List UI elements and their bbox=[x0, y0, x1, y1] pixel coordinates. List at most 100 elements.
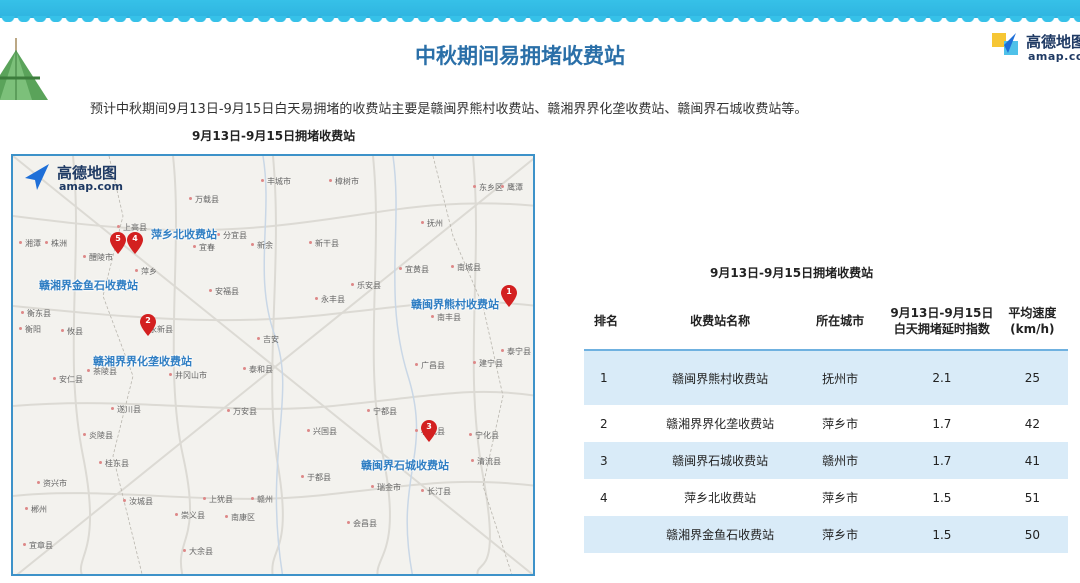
cell-rank: 3 bbox=[584, 442, 647, 479]
cell-name: 萍乡北收费站 bbox=[646, 479, 794, 516]
town-label: 万安县 bbox=[227, 407, 257, 416]
cell-index: 1.7 bbox=[887, 442, 997, 479]
town-label: 泰和县 bbox=[243, 365, 273, 374]
town-label: 上犹县 bbox=[203, 495, 233, 504]
town-label: 宜黄县 bbox=[399, 265, 429, 274]
town-label: 资兴市 bbox=[37, 479, 67, 488]
town-label: 汝城县 bbox=[123, 497, 153, 506]
town-label: 建宁县 bbox=[473, 359, 503, 368]
cell-speed: 50 bbox=[996, 516, 1068, 553]
station-pin-4[interactable]: 4 bbox=[127, 232, 143, 254]
cell-speed: 41 bbox=[996, 442, 1068, 479]
pin-number: 4 bbox=[132, 234, 138, 243]
cell-speed: 25 bbox=[996, 350, 1068, 405]
header-city: 所在城市 bbox=[793, 292, 888, 351]
map-amap-logo-icon bbox=[25, 164, 49, 190]
pin-number: 3 bbox=[426, 422, 432, 431]
map-base-roads bbox=[13, 156, 533, 574]
town-label: 萍乡 bbox=[135, 267, 157, 276]
station-pin-2[interactable]: 2 bbox=[140, 314, 156, 336]
cell-index: 1.5 bbox=[887, 516, 997, 553]
town-label: 崇义县 bbox=[175, 511, 205, 520]
town-label: 南丰县 bbox=[431, 313, 461, 322]
congestion-table: 排名 收费站名称 所在城市 9月13日-9月15日 白天拥堵延时指数 平均速度 (k… bbox=[584, 292, 1068, 553]
town-label: 分宜县 bbox=[217, 231, 247, 240]
cell-index: 1.5 bbox=[887, 479, 997, 516]
header-index-line1: 9月13日-9月15日 bbox=[890, 305, 994, 320]
town-label: 湘潭 bbox=[19, 239, 41, 248]
town-label: 抚州 bbox=[421, 219, 443, 228]
cell-speed: 42 bbox=[996, 405, 1068, 442]
town-label: 长汀县 bbox=[421, 487, 451, 496]
town-label: 赣州 bbox=[251, 495, 273, 504]
town-label: 丰城市 bbox=[261, 177, 291, 186]
town-label: 会昌县 bbox=[347, 519, 377, 528]
page-title: 中秋期间易拥堵收费站 bbox=[415, 44, 625, 68]
cell-index: 2.1 bbox=[887, 350, 997, 405]
map-amap-logo: 高德地图 amap.com bbox=[25, 162, 145, 198]
header-index: 9月13日-9月15日 白天拥堵延时指数 bbox=[887, 292, 997, 351]
station-label-3: 赣闽界石城收费站 bbox=[361, 459, 449, 472]
cell-speed: 51 bbox=[996, 479, 1068, 516]
town-label: 永丰县 bbox=[315, 295, 345, 304]
town-label: 南康区 bbox=[225, 513, 255, 522]
town-label: 桂东县 bbox=[99, 459, 129, 468]
table-row: 赣湘界金鱼石收费站 萍乡市 1.5 50 bbox=[584, 516, 1068, 553]
town-label: 鹰潭 bbox=[501, 183, 523, 192]
town-label: 攸县 bbox=[61, 327, 83, 336]
town-label: 泰宁县 bbox=[501, 347, 531, 356]
station-label-4: 萍乡北收费站 bbox=[151, 228, 217, 241]
station-label-1: 赣闽界熊村收费站 bbox=[411, 298, 499, 311]
town-label: 大余县 bbox=[183, 547, 213, 556]
header-rank: 排名 bbox=[584, 292, 647, 351]
toll-station-map[interactable]: 高德地图 amap.com 万载县 上高县 分宜县 新余 宜春 萍乡 湘潭 株洲… bbox=[11, 154, 535, 576]
table-caption: 9月13日-9月15日拥堵收费站 bbox=[710, 266, 874, 280]
header-speed-line1: 平均速度 bbox=[1008, 305, 1057, 320]
pin-number: 1 bbox=[506, 287, 512, 296]
town-label: 株洲 bbox=[45, 239, 67, 248]
town-label: 衡东县 bbox=[21, 309, 51, 318]
town-label: 新干县 bbox=[309, 239, 339, 248]
map-caption: 9月13日-9月15日拥堵收费站 bbox=[192, 129, 356, 143]
town-label: 吉安 bbox=[257, 335, 279, 344]
town-label: 清流县 bbox=[471, 457, 501, 466]
header-index-line2: 白天拥堵延时指数 bbox=[893, 321, 990, 336]
town-label: 遂川县 bbox=[111, 405, 141, 414]
table-row: 2 赣湘界界化垄收费站 萍乡市 1.7 42 bbox=[584, 405, 1068, 442]
town-label: 衡阳 bbox=[19, 325, 41, 334]
station-pin-1[interactable]: 1 bbox=[501, 285, 517, 307]
table-row: 3 赣闽界石城收费站 赣州市 1.7 41 bbox=[584, 442, 1068, 479]
cell-city: 萍乡市 bbox=[793, 479, 888, 516]
town-label: 万载县 bbox=[189, 195, 219, 204]
pin-number: 5 bbox=[115, 234, 121, 243]
town-label: 宁都县 bbox=[367, 407, 397, 416]
town-label: 郴州 bbox=[25, 505, 47, 514]
town-label: 广昌县 bbox=[415, 361, 445, 370]
table-row: 1 赣闽界熊村收费站 抚州市 2.1 25 bbox=[584, 350, 1068, 405]
cell-name: 赣湘界界化垄收费站 bbox=[646, 405, 794, 442]
town-label: 新余 bbox=[251, 241, 273, 250]
pin-number: 2 bbox=[145, 316, 151, 325]
table-row: 4 萍乡北收费站 萍乡市 1.5 51 bbox=[584, 479, 1068, 516]
station-label-5: 赣湘界金鱼石收费站 bbox=[39, 279, 138, 292]
header-speed-line2: (km/h) bbox=[1010, 321, 1055, 336]
station-label-2: 赣湘界界化垄收费站 bbox=[93, 355, 192, 368]
station-pin-5[interactable]: 5 bbox=[110, 232, 126, 254]
cell-name: 赣湘界金鱼石收费站 bbox=[646, 516, 794, 553]
town-label: 东乡区 bbox=[473, 183, 503, 192]
cell-city: 抚州市 bbox=[793, 350, 888, 405]
town-label: 宜春 bbox=[193, 243, 215, 252]
station-pin-3[interactable]: 3 bbox=[421, 420, 437, 442]
cell-rank: 4 bbox=[584, 479, 647, 516]
town-label: 于都县 bbox=[301, 473, 331, 482]
town-label: 炎陵县 bbox=[83, 431, 113, 440]
cell-city: 萍乡市 bbox=[793, 516, 888, 553]
top-decor-band bbox=[0, 0, 1080, 22]
town-label: 安仁县 bbox=[53, 375, 83, 384]
cell-rank: 2 bbox=[584, 405, 647, 442]
town-label: 兴国县 bbox=[307, 427, 337, 436]
cell-rank: 1 bbox=[584, 350, 647, 405]
cell-index: 1.7 bbox=[887, 405, 997, 442]
town-label: 安福县 bbox=[209, 287, 239, 296]
intro-text: 预计中秋期间9月13日-9月15日白天易拥堵的收费站主要是赣闽界熊村收费站、赣湘… bbox=[90, 102, 808, 117]
